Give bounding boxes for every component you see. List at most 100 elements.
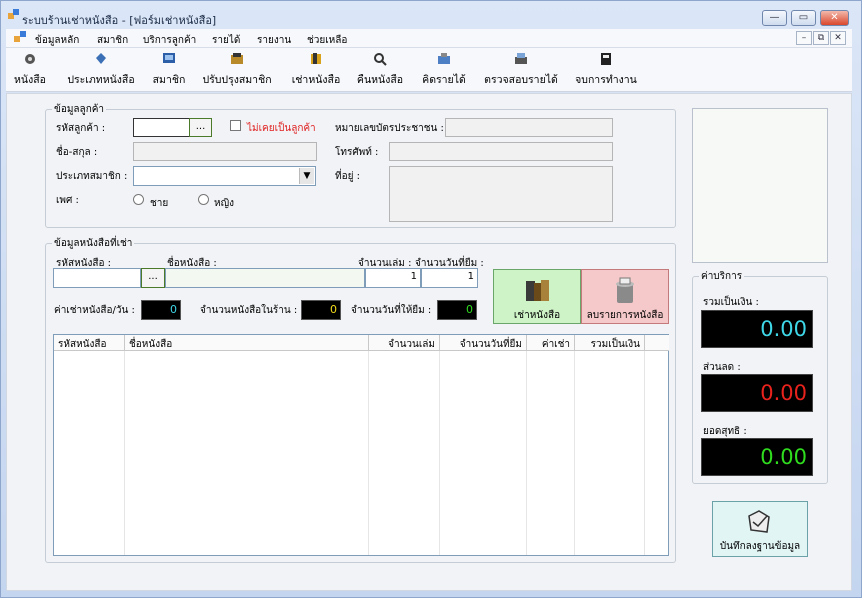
minimize-button[interactable]: —	[762, 10, 787, 26]
grid-line	[526, 351, 527, 555]
chevron-down-icon[interactable]: ▼	[299, 168, 314, 184]
toolbar-book-button[interactable]: หนังสือ	[12, 52, 48, 88]
customer-photo-box	[692, 108, 828, 263]
phone-label: โทรศัพท์ :	[335, 147, 379, 158]
book-browse-button[interactable]: ...	[141, 268, 165, 288]
citizen-id-field[interactable]	[445, 118, 613, 137]
grid-line	[644, 351, 645, 555]
net-label: ยอดสุทธิ :	[703, 426, 747, 437]
member-type-select[interactable]: ▼	[133, 166, 316, 186]
allowed-days-label: จำนวนวันที่ให้ยืม :	[351, 305, 432, 316]
toolbar-edit-member-button[interactable]: ปรับปรุงสมาชิก	[201, 52, 273, 88]
book-code-input[interactable]	[53, 268, 141, 288]
toolbar-category-button[interactable]: ประเภทหนังสือ	[63, 52, 139, 88]
return-icon	[374, 53, 387, 66]
rent-per-day-label: ค่าเช่าหนังสือ/วัน :	[54, 305, 135, 316]
customer-browse-button[interactable]: ...	[189, 118, 212, 137]
member-icon	[163, 53, 175, 63]
toolbar-return-button[interactable]: คืนหนังสือ	[354, 52, 406, 88]
app-icon	[8, 9, 20, 20]
name-label: ชื่อ-สกุล :	[56, 147, 98, 158]
rent-icon	[311, 53, 321, 64]
exit-icon	[601, 53, 611, 65]
trash-icon	[616, 277, 634, 303]
toolbar-label: เช่าหนังสือ	[291, 74, 341, 86]
customer-id-label: รหัสลูกค้า :	[56, 123, 106, 134]
female-radio[interactable]	[198, 194, 209, 205]
not-customer-label: ไม่เคยเป็นลูกค้า	[247, 123, 316, 134]
books-icon	[526, 280, 549, 301]
window-title: ระบบร้านเช่าหนังสือ - [ฟอร์มเช่าหนังสือ]	[22, 14, 217, 27]
grid-line	[574, 351, 575, 555]
citizen-id-label: หมายเลขบัตรประชาชน :	[335, 123, 444, 134]
mdi-close-button[interactable]: ✕	[830, 31, 846, 45]
male-label: ชาย	[150, 198, 169, 209]
male-radio[interactable]	[133, 194, 144, 205]
customer-group-legend: ข้อมูลลูกค้า	[54, 104, 105, 115]
phone-field[interactable]	[389, 142, 613, 161]
total-label: รวมเป็นเงิน :	[703, 297, 759, 308]
allowed-days-value: 0	[437, 300, 477, 320]
category-icon	[96, 53, 106, 64]
mdi-minimize-button[interactable]: –	[796, 31, 812, 45]
qty-input[interactable]: 1	[365, 268, 421, 288]
grid-line	[439, 351, 440, 555]
customer-id-input[interactable]	[133, 118, 190, 137]
toolbar-label: หนังสือ	[14, 74, 46, 86]
stock-label: จำนวนหนังสือในร้าน :	[200, 305, 298, 316]
toolbar-member-button[interactable]: สมาชิก	[150, 52, 188, 88]
toolbar-label: คิดรายได้	[422, 74, 466, 86]
days-input[interactable]: 1	[421, 268, 478, 288]
toolbar-income-button[interactable]: คิดรายได้	[420, 52, 468, 88]
rent-per-day-value: 0	[141, 300, 181, 320]
toolbar: หนังสือ ประเภทหนังสือ สมาชิก ปรับปรุงสมา…	[6, 48, 852, 92]
toolbar-exit-button[interactable]: จบการทำงาน	[574, 52, 638, 88]
menu-income[interactable]: รายได้	[212, 33, 240, 48]
income-icon	[438, 53, 450, 64]
menu-customer-service[interactable]: บริการลูกค้า	[143, 33, 196, 48]
address-field[interactable]	[389, 166, 613, 222]
book-group-legend: ข้อมูลหนังสือที่เช่า	[54, 238, 133, 249]
close-button[interactable]: ✕	[820, 10, 849, 26]
col-filler	[645, 335, 669, 351]
menu-master-data[interactable]: ข้อมูลหลัก	[35, 33, 79, 48]
rental-grid[interactable]: รหัสหนังสือ ชื่อหนังสือ จำนวนเล่ม จำนวนว…	[53, 334, 669, 556]
delete-book-button[interactable]: ลบรายการหนังสือ	[581, 269, 669, 324]
toolbar-label: คืนหนังสือ	[356, 74, 404, 86]
menu-report[interactable]: รายงาน	[257, 33, 291, 48]
col-qty[interactable]: จำนวนเล่ม	[369, 335, 440, 351]
female-label: หญิง	[214, 198, 234, 209]
delete-book-button-label: ลบรายการหนังสือ	[586, 310, 664, 321]
maximize-button[interactable]: ▭	[791, 10, 816, 26]
net-value: 0.00	[701, 438, 813, 476]
discount-value: 0.00	[701, 374, 813, 412]
not-customer-checkbox[interactable]	[230, 120, 241, 131]
menu-bar: ข้อมูลหลัก สมาชิก บริการลูกค้า รายได้ รา…	[6, 29, 852, 48]
rent-book-button[interactable]: เช่าหนังสือ	[493, 269, 581, 324]
menu-help[interactable]: ช่วยเหลือ	[307, 33, 347, 48]
stock-value: 0	[301, 300, 341, 320]
rent-book-button-label: เช่าหนังสือ	[513, 310, 561, 321]
toolbar-rent-button[interactable]: เช่าหนังสือ	[288, 52, 344, 88]
col-book-code[interactable]: รหัสหนังสือ	[54, 335, 125, 351]
col-rent[interactable]: ค่าเช่า	[527, 335, 575, 351]
toolbar-label: ปรับปรุงสมาชิก	[202, 74, 272, 86]
member-type-label: ประเภทสมาชิก :	[56, 171, 128, 182]
toolbar-check-income-button[interactable]: ตรวจสอบรายได้	[483, 52, 559, 88]
book-icon	[25, 54, 35, 64]
fees-group-legend: ค่าบริการ	[701, 271, 743, 282]
book-name-field[interactable]	[165, 268, 365, 288]
name-field[interactable]	[133, 142, 317, 161]
mdi-child-icon	[14, 31, 27, 43]
grid-line	[368, 351, 369, 555]
menu-member[interactable]: สมาชิก	[97, 33, 128, 48]
mdi-restore-button[interactable]: ⧉	[813, 31, 829, 45]
col-book-name[interactable]: ชื่อหนังสือ	[125, 335, 369, 351]
save-to-database-button[interactable]: บันทึกลงฐานข้อมูล	[712, 501, 808, 557]
toolbar-label: จบการทำงาน	[575, 74, 637, 86]
total-value: 0.00	[701, 310, 813, 348]
col-total[interactable]: รวมเป็นเงิน	[575, 335, 645, 351]
gender-label: เพศ :	[56, 195, 79, 206]
toolbar-label: ตรวจสอบรายได้	[484, 74, 558, 86]
col-days[interactable]: จำนวนวันที่ยืม	[440, 335, 527, 351]
